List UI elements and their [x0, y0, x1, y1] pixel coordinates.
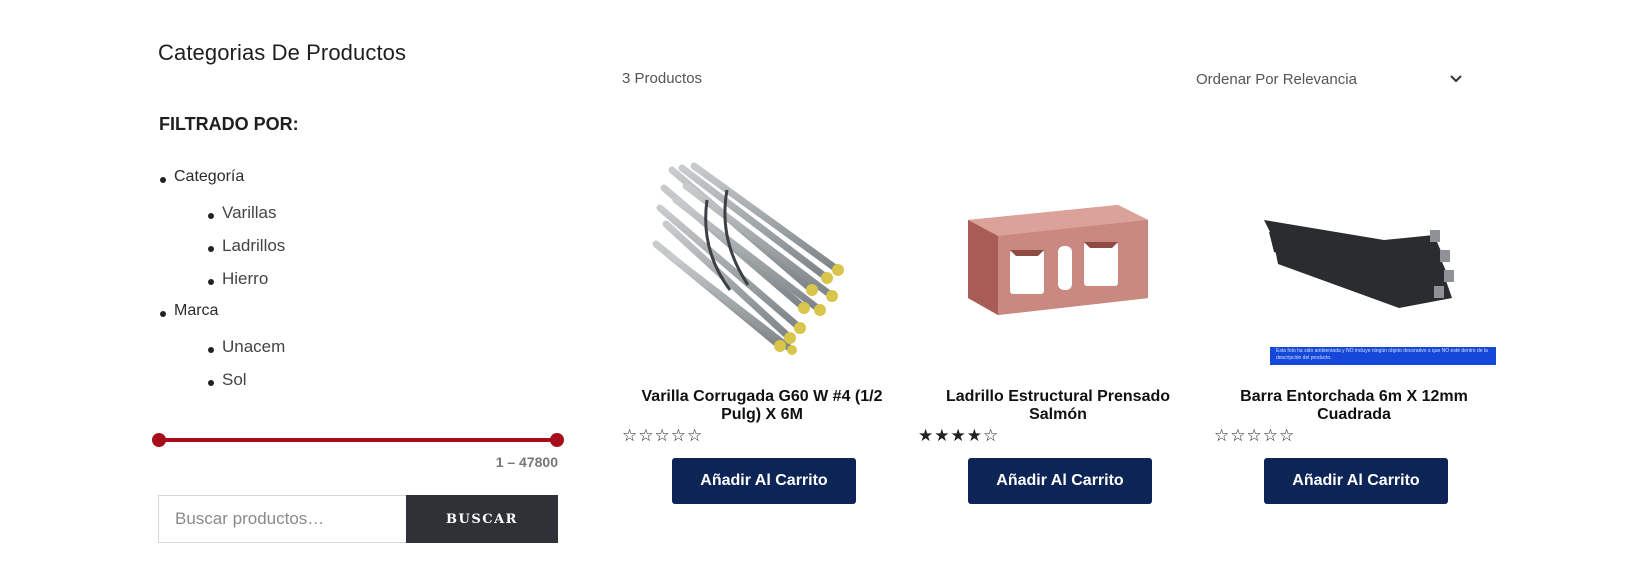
- sort-select[interactable]: Ordenar Por Relevancia: [1196, 66, 1468, 94]
- bullet-icon: [208, 246, 214, 252]
- filter-item-sol[interactable]: Sol: [158, 370, 558, 403]
- add-to-cart-button[interactable]: Añadir Al Carrito: [672, 458, 856, 504]
- filter-item-label[interactable]: Unacem: [222, 337, 285, 357]
- bullet-icon: [208, 279, 214, 285]
- product-image-steel-rebar[interactable]: [652, 150, 872, 370]
- price-slider-track[interactable]: [158, 438, 558, 442]
- product-name[interactable]: Varilla Corrugada G60 W #4 (1/2 Pulg) X …: [622, 388, 902, 424]
- chevron-down-icon: [1450, 75, 1462, 83]
- price-slider-min-handle[interactable]: [152, 433, 166, 447]
- filter-group-marca[interactable]: Marca: [158, 302, 558, 337]
- bullet-icon: [160, 177, 166, 183]
- sort-selected-label: Ordenar Por Relevancia: [1196, 71, 1357, 88]
- filter-group-categoria[interactable]: Categoría: [158, 168, 558, 203]
- bullet-icon: [208, 213, 214, 219]
- filter-group-label: Categoría: [174, 168, 245, 185]
- filter-title: FILTRADO POR:: [159, 114, 299, 134]
- filter-item-label[interactable]: Sol: [222, 370, 247, 390]
- price-slider-max-handle[interactable]: [550, 433, 564, 447]
- bullet-icon: [208, 380, 214, 386]
- star-rating: ☆☆☆☆☆: [622, 426, 704, 445]
- filter-tree: Categoría Varillas Ladrillos Hierro Marc…: [158, 168, 558, 403]
- add-to-cart-button[interactable]: Añadir Al Carrito: [968, 458, 1152, 504]
- price-range-label: 1 – 47800: [495, 454, 558, 470]
- filter-group-label: Marca: [174, 302, 219, 319]
- filter-item-varillas[interactable]: Varillas: [158, 203, 558, 236]
- filter-item-unacem[interactable]: Unacem: [158, 337, 558, 370]
- product-name[interactable]: Ladrillo Estructural Prensado Salmón: [918, 388, 1198, 424]
- filter-item-hierro[interactable]: Hierro: [158, 269, 558, 302]
- result-count: 3 Productos: [622, 70, 703, 87]
- star-rating: ★★★★☆: [918, 426, 1000, 445]
- add-to-cart-button[interactable]: Añadir Al Carrito: [1264, 458, 1448, 504]
- sidebar-title: Categorias De Productos: [158, 40, 407, 65]
- product-image-twisted-square-bars[interactable]: Esta foto ha sido ambientada y NO incluy…: [1244, 150, 1496, 370]
- product-image-salmon-brick[interactable]: [948, 150, 1168, 370]
- product-name[interactable]: Barra Entorchada 6m X 12mm Cuadrada: [1214, 388, 1494, 424]
- search-button[interactable]: BUSCAR: [406, 495, 558, 543]
- price-slider[interactable]: [152, 433, 564, 447]
- filter-item-label[interactable]: Hierro: [222, 269, 268, 289]
- search-input[interactable]: [158, 495, 406, 543]
- filter-item-label[interactable]: Ladrillos: [222, 236, 285, 256]
- product-image-banner: Esta foto ha sido ambientada y NO incluy…: [1270, 347, 1496, 365]
- filter-item-label[interactable]: Varillas: [222, 203, 276, 223]
- filter-item-ladrillos[interactable]: Ladrillos: [158, 236, 558, 269]
- bullet-icon: [160, 311, 166, 317]
- sidebar: Categorias De Productos FILTRADO POR: Ca…: [158, 40, 558, 389]
- star-rating: ☆☆☆☆☆: [1214, 426, 1296, 445]
- bullet-icon: [208, 347, 214, 353]
